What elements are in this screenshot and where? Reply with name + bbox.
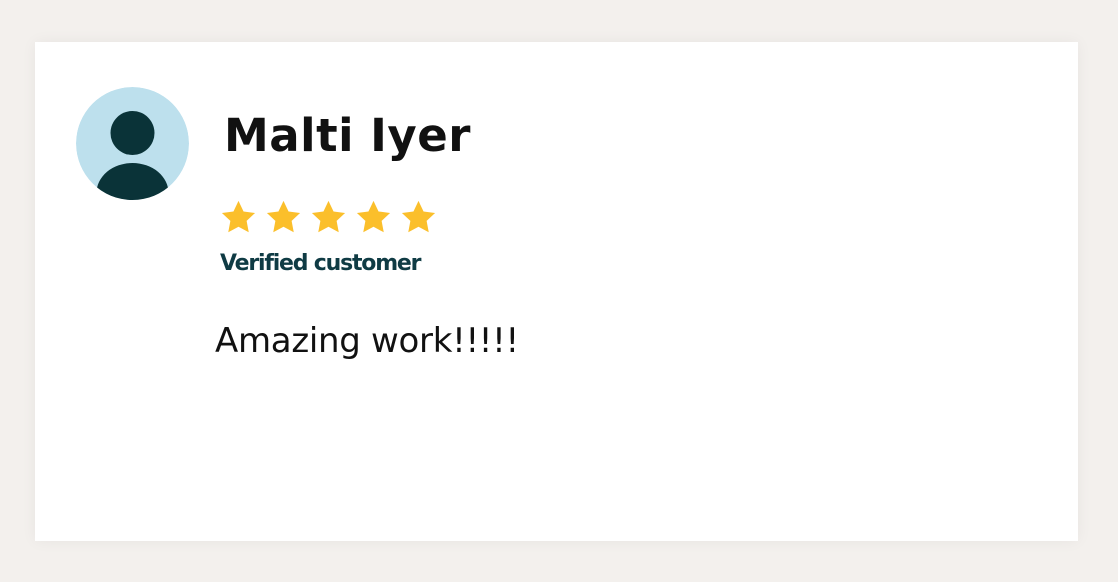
review-text: Amazing work!!!!! bbox=[215, 321, 519, 361]
reviewer-name: Malti Iyer bbox=[224, 109, 471, 162]
verified-customer-badge: Verified customer bbox=[220, 251, 422, 276]
star-icon bbox=[309, 198, 348, 237]
review-card: Malti Iyer Verified customer Amazing wor… bbox=[35, 42, 1078, 541]
user-avatar-icon bbox=[76, 87, 189, 200]
star-icon bbox=[219, 198, 258, 237]
star-icon bbox=[264, 198, 303, 237]
star-icon bbox=[399, 198, 438, 237]
star-icon bbox=[354, 198, 393, 237]
star-rating bbox=[219, 198, 438, 238]
